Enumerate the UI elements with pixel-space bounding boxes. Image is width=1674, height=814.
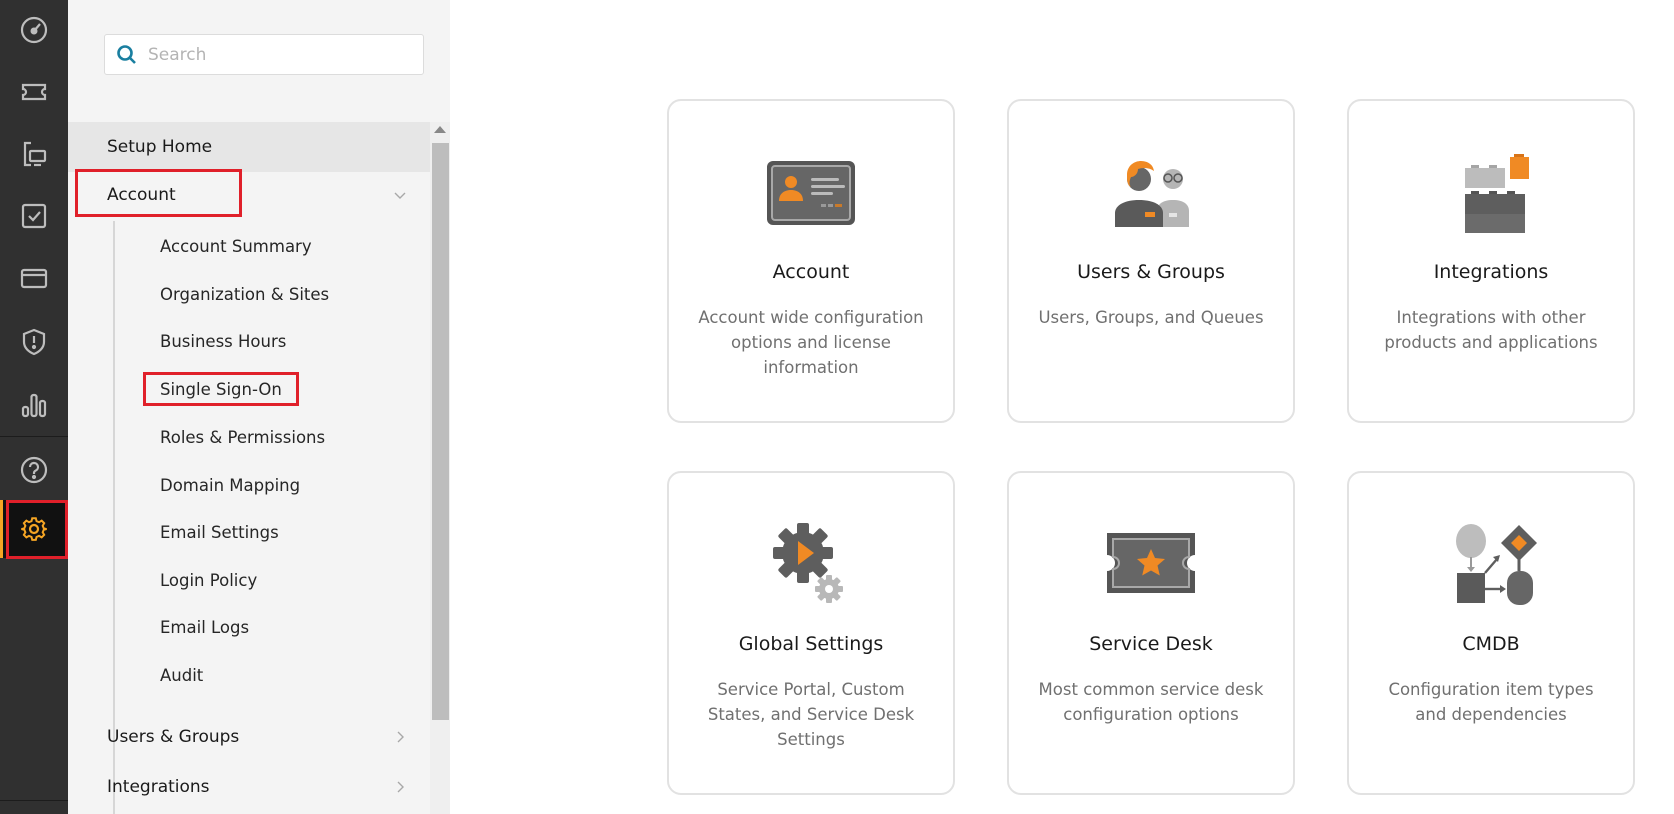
rail-security-button[interactable] <box>0 312 68 372</box>
card-description: Account wide configuration options and l… <box>698 308 924 377</box>
submenu-item-email-logs[interactable]: Email Logs <box>160 607 249 647</box>
menu-item-users-groups[interactable]: Users & Groups <box>68 712 430 762</box>
search-input[interactable] <box>146 43 410 66</box>
users-icon <box>1115 161 1189 227</box>
card-cmdb[interactable]: CMDB Configuration item types and depend… <box>1347 471 1635 795</box>
submenu-label: Login Policy <box>160 570 258 590</box>
setup-sidebar: Setup Home Account Account Summary Organ… <box>68 0 450 814</box>
rail-divider <box>0 436 68 437</box>
submenu-label: Email Logs <box>160 617 250 637</box>
search-box[interactable] <box>104 34 424 75</box>
id-card-icon <box>767 161 855 225</box>
card-global-settings[interactable]: Global Settings Service Portal, Custom S… <box>667 471 955 795</box>
ticket-icon <box>21 83 47 101</box>
chevron-down-icon <box>394 192 406 199</box>
rail-card-button[interactable] <box>0 248 68 308</box>
submenu-label: Account Summary <box>160 236 312 256</box>
rail-tickets-button[interactable] <box>0 62 68 122</box>
icon-rail <box>0 0 68 814</box>
building-blocks-icon <box>1465 154 1529 233</box>
menu-item-account[interactable]: Account <box>68 170 430 220</box>
submenu-item-domain-mapping[interactable]: Domain Mapping <box>160 465 300 505</box>
menu-item-integrations[interactable]: Integrations <box>68 762 430 812</box>
submenu-item-organization-sites[interactable]: Organization & Sites <box>160 274 329 314</box>
rail-help-button[interactable] <box>0 440 68 500</box>
ticket-star-icon <box>1107 533 1195 593</box>
rail-tasks-button[interactable] <box>0 186 68 246</box>
submenu-item-single-sign-on[interactable]: Single Sign-On <box>160 369 282 409</box>
submenu-label: Organization & Sites <box>160 284 330 304</box>
submenu-item-login-policy[interactable]: Login Policy <box>160 560 257 600</box>
flow-diagram-icon <box>1456 524 1537 605</box>
menu-item-label: Setup Home <box>107 137 213 157</box>
card-description: Most common service desk configuration o… <box>1038 680 1264 724</box>
card-title: Users & Groups <box>1077 261 1225 283</box>
card-service-desk[interactable]: Service Desk Most common service desk co… <box>1007 471 1295 795</box>
card-title: CMDB <box>1462 633 1520 655</box>
setup-menu: Setup Home Account Account Summary Organ… <box>68 122 430 814</box>
rail-reports-button[interactable] <box>0 375 68 435</box>
submenu-item-account-summary[interactable]: Account Summary <box>160 226 312 266</box>
gear-play-icon <box>773 523 843 603</box>
settings-gear-icon <box>21 517 47 541</box>
card-description: Integrations with other products and app… <box>1384 308 1598 352</box>
scroll-up-arrow-icon[interactable] <box>434 126 446 133</box>
chevron-right-icon <box>397 781 404 793</box>
card-account[interactable]: Account Account wide configuration optio… <box>667 99 955 423</box>
menu-item-label: Users & Groups <box>107 727 240 747</box>
card-title: Account <box>772 261 850 283</box>
card-description: Configuration item types and dependencie… <box>1388 680 1594 724</box>
rail-settings-button[interactable] <box>0 500 68 558</box>
search-icon <box>117 44 136 64</box>
rail-dashboard-button[interactable] <box>0 0 68 60</box>
card-description: Service Portal, Custom States, and Servi… <box>707 680 915 749</box>
rail-bottom-divider <box>0 800 68 801</box>
help-question-icon <box>20 456 48 484</box>
submenu-item-audit[interactable]: Audit <box>160 655 203 695</box>
card-title: Integrations <box>1433 261 1549 283</box>
submenu-label: Domain Mapping <box>160 475 301 495</box>
submenu-item-email-settings[interactable]: Email Settings <box>160 512 279 552</box>
submenu-item-business-hours[interactable]: Business Hours <box>160 321 286 361</box>
shield-alert-icon <box>22 328 46 356</box>
submenu-label: Business Hours <box>160 331 287 351</box>
setup-home-main: Account Account wide configuration optio… <box>450 0 1674 814</box>
card-users-groups[interactable]: Users & Groups Users, Groups, and Queues <box>1007 99 1295 423</box>
card-description: Users, Groups, and Queues <box>1038 308 1264 327</box>
submenu-label: Audit <box>160 665 204 685</box>
submenu-label: Single Sign-On <box>160 379 282 399</box>
card-title: Global Settings <box>738 633 884 655</box>
submenu-label: Email Settings <box>160 522 279 542</box>
card-icon <box>20 268 48 289</box>
devices-icon <box>23 141 47 167</box>
card-title: Service Desk <box>1089 633 1213 655</box>
menu-item-setup-home[interactable]: Setup Home <box>68 122 430 172</box>
task-checkbox-icon <box>21 203 47 229</box>
sidebar-scrollbar[interactable] <box>430 122 450 814</box>
reports-bar-chart-icon <box>21 393 47 418</box>
menu-item-label: Account <box>107 185 176 205</box>
submenu-label: Roles & Permissions <box>160 427 326 447</box>
menu-item-label: Integrations <box>107 777 210 797</box>
rail-devices-button[interactable] <box>0 124 68 184</box>
card-integrations[interactable]: Integrations Integrations with other pro… <box>1347 99 1635 423</box>
chevron-right-icon <box>397 731 404 743</box>
submenu-item-roles-permissions[interactable]: Roles & Permissions <box>160 417 325 457</box>
scrollbar-thumb[interactable] <box>432 143 449 720</box>
dashboard-gauge-icon <box>20 16 48 44</box>
